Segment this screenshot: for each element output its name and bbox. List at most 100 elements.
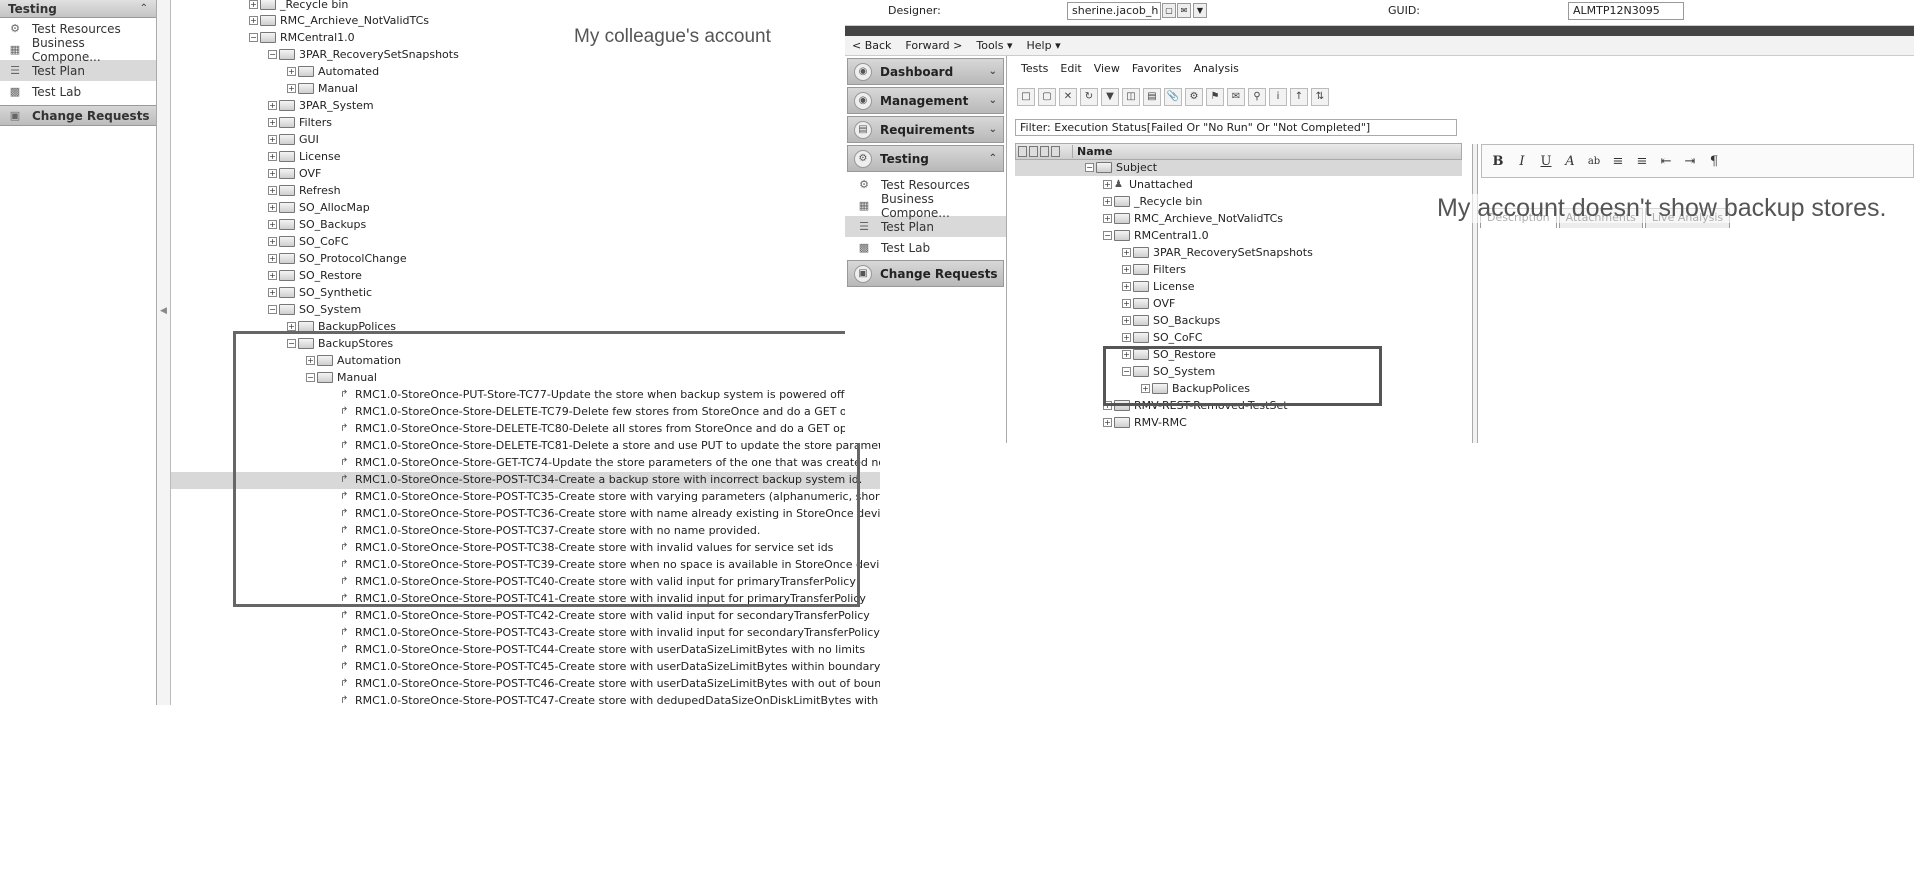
expand-icon[interactable]: + bbox=[1122, 316, 1131, 325]
sort-icon[interactable]: ⇅ bbox=[1311, 88, 1329, 106]
collapse-icon[interactable]: − bbox=[249, 33, 258, 42]
font-color-button[interactable]: A bbox=[1560, 154, 1580, 169]
expand-icon[interactable]: + bbox=[1122, 248, 1131, 257]
expand-icon[interactable]: + bbox=[249, 0, 258, 9]
mail-icon[interactable]: ✉ bbox=[1177, 3, 1191, 18]
nav-group-change-requests[interactable]: ▣ Change Requests bbox=[847, 260, 1004, 287]
tree-node-ovf[interactable]: + OVF bbox=[1122, 295, 1175, 312]
test-row[interactable]: ↱ RMC1.0-StoreOnce-Store-POST-TC45-Create… bbox=[340, 658, 880, 675]
guid-field[interactable]: ALMTP12N3095 bbox=[1568, 2, 1684, 20]
tree-node-so-restore[interactable]: + SO_Restore bbox=[1122, 346, 1216, 363]
pane-splitter[interactable] bbox=[1472, 144, 1478, 443]
test-row[interactable]: ↱ RMC1.0-StoreOnce-Store-POST-TC41-Create… bbox=[340, 590, 866, 607]
test-row[interactable]: ↱ RMC1.0-StoreOnce-Store-POST-TC36-Create… bbox=[340, 505, 880, 522]
test-row[interactable]: ↱ RMC1.0-StoreOnce-Store-POST-TC38-Create… bbox=[340, 539, 833, 556]
numbered-list-icon[interactable]: ≡ bbox=[1632, 154, 1652, 169]
pin-icon[interactable]: ↑ bbox=[1290, 88, 1308, 106]
test-row[interactable]: ↱ RMC1.0-StoreOnce-Store-POST-TC40-Create… bbox=[340, 573, 856, 590]
outdent-icon[interactable]: ⇤ bbox=[1656, 154, 1676, 169]
tree-node-filters[interactable]: + Filters bbox=[268, 114, 332, 131]
tree-node-manual-stores[interactable]: − Manual bbox=[306, 369, 377, 386]
tree-node-so-backups[interactable]: + SO_Backups bbox=[268, 216, 366, 233]
user-lookup-icon[interactable]: ▢ bbox=[1162, 3, 1176, 18]
tree-node-license[interactable]: + License bbox=[268, 148, 340, 165]
sidebar-item-business-components[interactable]: ▦ Business Compone... bbox=[0, 36, 156, 64]
designer-field[interactable]: sherine.jacob_h bbox=[1067, 2, 1161, 20]
expand-icon[interactable]: + bbox=[249, 16, 258, 25]
tree-node-gui[interactable]: + GUI bbox=[268, 131, 319, 148]
lock-column-icon[interactable] bbox=[1029, 146, 1038, 157]
collapse-icon[interactable]: − bbox=[268, 50, 277, 59]
expand-icon[interactable]: + bbox=[1103, 197, 1112, 206]
collapse-icon[interactable]: − bbox=[268, 305, 277, 314]
refresh-icon[interactable]: ↻ bbox=[1080, 88, 1098, 106]
collapse-icon[interactable]: − bbox=[1103, 231, 1112, 240]
nav-group-requirements[interactable]: ▤ Requirements ⌄ bbox=[847, 116, 1004, 143]
mail-icon[interactable]: ✉ bbox=[1227, 88, 1245, 106]
tree-node-filters[interactable]: + Filters bbox=[1122, 261, 1186, 278]
expand-icon[interactable]: + bbox=[268, 118, 277, 127]
tree-node-rmcentral[interactable]: − RMCentral1.0 bbox=[1103, 227, 1209, 244]
tree-node-refresh[interactable]: + Refresh bbox=[268, 182, 341, 199]
expand-icon[interactable]: + bbox=[1122, 299, 1131, 308]
expand-icon[interactable]: + bbox=[1122, 282, 1131, 291]
forward-link[interactable]: Forward > bbox=[898, 39, 969, 52]
tree-node-archieve[interactable]: + RMC_Archieve_NotValidTCs bbox=[249, 12, 429, 29]
nav-group-testing[interactable]: ⚙ Testing ⌃ bbox=[847, 145, 1004, 172]
back-link[interactable]: < Back bbox=[845, 39, 898, 52]
sidebar-item-business-components[interactable]: ▦ Business Compone... bbox=[845, 192, 1006, 220]
splitter-arrow-icon[interactable]: ◀ bbox=[160, 306, 167, 316]
bullet-list-icon[interactable]: ≡ bbox=[1608, 154, 1628, 169]
tree-node-so-synthetic[interactable]: + SO_Synthetic bbox=[268, 284, 372, 301]
filter-icon[interactable]: ▼ bbox=[1101, 88, 1119, 106]
paragraph-ltr-icon[interactable]: ¶ bbox=[1704, 154, 1724, 169]
expand-icon[interactable]: + bbox=[268, 186, 277, 195]
test-row[interactable]: ↱ RMC1.0-StoreOnce-Store-POST-TC37-Create… bbox=[340, 522, 760, 539]
collapse-icon[interactable]: − bbox=[287, 339, 296, 348]
menu-favorites[interactable]: Favorites bbox=[1126, 62, 1188, 78]
tree-node-recovery[interactable]: +3PAR_RecoverySetSnapshots bbox=[1122, 244, 1313, 261]
collapse-icon[interactable]: − bbox=[1085, 163, 1094, 172]
flag-icon[interactable]: ⚑ bbox=[1206, 88, 1224, 106]
menu-tests[interactable]: Tests bbox=[1015, 62, 1054, 78]
nav-group-management[interactable]: ◉ Management ⌄ bbox=[847, 87, 1004, 114]
status-column-icon[interactable] bbox=[1040, 146, 1049, 157]
tree-node-backup-stores[interactable]: − BackupStores bbox=[287, 335, 393, 352]
tree-node-unattached[interactable]: + ♟ Unattached bbox=[1103, 176, 1193, 193]
test-row[interactable]: ↱ RMC1.0-StoreOnce-Store-POST-TC42-Create… bbox=[340, 607, 870, 624]
expand-icon[interactable]: + bbox=[268, 169, 277, 178]
tree-node-so-cofc[interactable]: + SO_CoFC bbox=[268, 233, 349, 250]
tree-node-so-restore[interactable]: + SO_Restore bbox=[268, 267, 362, 284]
menu-analysis[interactable]: Analysis bbox=[1188, 62, 1245, 78]
tree-node-automated[interactable]: + Automated bbox=[287, 63, 379, 80]
expand-icon[interactable]: + bbox=[268, 254, 277, 263]
test-row[interactable]: ↱ RMC1.0-StoreOnce-Store-GET-TC74-Update … bbox=[340, 454, 880, 471]
tree-node-automation[interactable]: + Automation bbox=[306, 352, 401, 369]
expand-icon[interactable]: + bbox=[306, 356, 315, 365]
attachment-column-icon[interactable] bbox=[1018, 146, 1027, 157]
zoom-icon[interactable]: ⚲ bbox=[1248, 88, 1266, 106]
tree-node-recycle-bin[interactable]: + _Recycle bin bbox=[1103, 193, 1202, 210]
tree-node-rmv-rmc[interactable]: + RMV-RMC bbox=[1103, 414, 1187, 431]
test-row-selected[interactable]: ↱ RMC1.0-StoreOnce-Store-POST-TC34-Create… bbox=[340, 471, 862, 488]
expand-icon[interactable]: + bbox=[287, 84, 296, 93]
new-test-icon[interactable]: ▢ bbox=[1038, 88, 1056, 106]
bold-button[interactable]: B bbox=[1488, 154, 1508, 169]
expand-icon[interactable]: + bbox=[268, 237, 277, 246]
sidebar-item-test-lab[interactable]: ▩ Test Lab bbox=[845, 237, 1006, 258]
collapse-chevron-icon[interactable]: ⌃ bbox=[140, 3, 148, 14]
attachments-icon[interactable]: ▤ bbox=[1143, 88, 1161, 106]
indent-icon[interactable]: ⇥ bbox=[1680, 154, 1700, 169]
tree-node-so-backups[interactable]: + SO_Backups bbox=[1122, 312, 1220, 329]
attach-icon[interactable]: 📎 bbox=[1164, 88, 1182, 106]
underline-button[interactable]: U bbox=[1536, 154, 1556, 169]
nav-group-dashboard[interactable]: ◉ Dashboard ⌄ bbox=[847, 58, 1004, 85]
tree-node-rmv-rest[interactable]: + RMV-REST-Removed-TestSet bbox=[1103, 397, 1288, 414]
test-row[interactable]: ↱ RMC1.0-StoreOnce-Store-DELETE-TC80-Dele… bbox=[340, 420, 880, 437]
tree-node-allocmap[interactable]: + SO_AllocMap bbox=[268, 199, 370, 216]
tree-node-protocol-change[interactable]: + SO_ProtocolChange bbox=[268, 250, 407, 267]
filter-bar[interactable]: Filter: Execution Status[Failed Or "No R… bbox=[1015, 119, 1457, 136]
test-row[interactable]: ↱ RMC1.0-StoreOnce-Store-DELETE-TC79-Dele… bbox=[340, 403, 880, 420]
find-icon[interactable]: ◫ bbox=[1122, 88, 1140, 106]
sidebar-splitter[interactable]: ◀ bbox=[157, 0, 171, 705]
